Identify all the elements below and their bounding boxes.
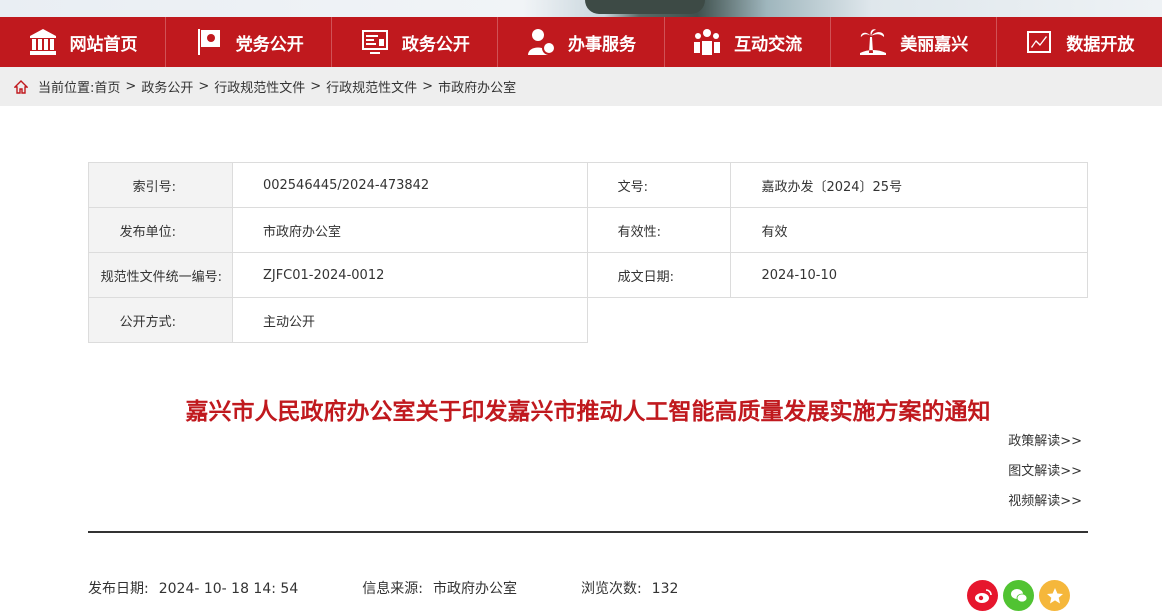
index-value: 002546445/2024-473842 xyxy=(231,162,588,208)
index-label: 索引号: xyxy=(88,162,233,208)
palm-tree-icon xyxy=(860,29,887,55)
graphic-interpretation-link[interactable]: 图文解读>> xyxy=(1008,462,1082,492)
breadcrumb-separator: > xyxy=(198,79,210,94)
breadcrumb-separator: > xyxy=(422,79,434,94)
document-title: 嘉兴市人民政府办公室关于印发嘉兴市推动人工智能高质量发展实施方案的通知 xyxy=(185,399,991,425)
info-source: 信息来源: 市政府办公室 xyxy=(362,578,517,598)
policy-interpretation-link[interactable]: 政策解读>> xyxy=(1008,432,1082,462)
docno-value: 嘉政办发〔2024〕25号 xyxy=(730,162,1088,208)
view-count-label: 浏览次数: xyxy=(580,581,642,597)
party-flag-icon xyxy=(197,29,220,55)
validity-value: 有效 xyxy=(730,207,1088,253)
breadcrumb-prefix: 当前位置: xyxy=(38,81,95,96)
breadcrumb-separator: > xyxy=(125,79,137,94)
share-wechat-button[interactable] xyxy=(1003,580,1034,611)
view-count: 浏览次数: 132 xyxy=(581,578,678,598)
document-screen-icon xyxy=(361,30,388,54)
publisher-value: 市政府办公室 xyxy=(231,207,588,253)
share-qzone-button[interactable] xyxy=(1039,580,1070,611)
government-building-icon xyxy=(29,29,56,55)
breadcrumb-link-regulation[interactable]: 行政规范性文件 xyxy=(214,77,305,96)
breadcrumb-link-office[interactable]: 市政府办公室 xyxy=(438,77,516,96)
validity-label: 有效性: xyxy=(586,207,732,253)
code-label: 规范性文件统一编号: xyxy=(88,252,233,298)
service-person-icon xyxy=(527,29,556,55)
weibo-icon xyxy=(974,588,992,603)
nav-item-label: 美丽嘉兴 xyxy=(900,34,969,55)
share-buttons xyxy=(967,580,1075,611)
view-count-value: 132 xyxy=(651,581,679,597)
interpretation-links: 政策解读>> 图文解读>> 视频解读>> xyxy=(1008,432,1082,522)
divider xyxy=(88,531,1088,533)
qzone-star-icon xyxy=(1046,587,1063,603)
nav-item-label: 数据开放 xyxy=(1066,34,1135,55)
breadcrumb-link-gov[interactable]: 政务公开 xyxy=(141,77,193,96)
breadcrumb-link-regulation-sub[interactable]: 行政规范性文件 xyxy=(326,77,417,96)
nav-item-data[interactable]: 数据开放 xyxy=(997,17,1162,67)
open-value: 主动公开 xyxy=(231,297,588,343)
video-interpretation-link[interactable]: 视频解读>> xyxy=(1008,492,1082,522)
main-nav: 网站首页 党务公开 政务公开 办事服务 互动交流 美丽嘉兴 数据开放 xyxy=(0,17,1162,67)
nav-item-label: 党务公开 xyxy=(235,34,304,55)
wechat-icon xyxy=(1010,588,1027,602)
open-label: 公开方式: xyxy=(88,297,233,343)
document-info-bar: 发布日期: 2024- 10- 18 14: 54 信息来源: 市政府办公室 浏览次… xyxy=(88,578,742,598)
nav-item-home[interactable]: 网站首页 xyxy=(0,17,167,67)
home-icon xyxy=(14,79,28,94)
share-weibo-button[interactable] xyxy=(967,580,998,611)
publisher-label: 发布单位: xyxy=(88,207,233,253)
nav-item-interact[interactable]: 互动交流 xyxy=(665,17,831,67)
docno-label: 文号: xyxy=(586,162,732,208)
nav-item-party[interactable]: 党务公开 xyxy=(166,17,333,67)
nav-item-gov[interactable]: 政务公开 xyxy=(332,17,499,67)
date-label: 成文日期: xyxy=(586,252,732,298)
publish-date-value: 2024- 10- 18 14: 54 xyxy=(158,581,299,597)
people-group-icon xyxy=(694,29,721,55)
breadcrumb-link-home[interactable]: 首页 xyxy=(94,77,120,96)
nav-item-label: 互动交流 xyxy=(734,34,803,55)
breadcrumb: 当前位置: 首页 > 政务公开 > 行政规范性文件 > 行政规范性文件 > 市政… xyxy=(0,67,1162,106)
publish-date-label: 发布日期: xyxy=(88,581,149,597)
nav-item-label: 网站首页 xyxy=(69,34,138,55)
publish-date: 发布日期: 2024- 10- 18 14: 54 xyxy=(88,578,298,598)
code-value: ZJFC01-2024-0012 xyxy=(231,252,588,298)
info-source-label: 信息来源: xyxy=(362,581,423,597)
nav-item-label: 政务公开 xyxy=(401,34,470,55)
breadcrumb-separator: > xyxy=(310,79,322,94)
nav-item-jiaxing[interactable]: 美丽嘉兴 xyxy=(831,17,997,67)
document-meta-table: 索引号: 002546445/2024-473842 文号: 嘉政办发〔2024… xyxy=(88,162,1088,343)
data-chart-icon xyxy=(1027,31,1052,53)
nav-item-service[interactable]: 办事服务 xyxy=(498,17,665,67)
info-source-value: 市政府办公室 xyxy=(432,581,517,597)
nav-item-label: 办事服务 xyxy=(567,34,636,55)
date-value: 2024-10-10 xyxy=(730,252,1088,298)
header-banner-image xyxy=(0,0,1162,17)
table-empty-cell xyxy=(586,297,1088,343)
banner-boat-graphic xyxy=(585,0,705,14)
